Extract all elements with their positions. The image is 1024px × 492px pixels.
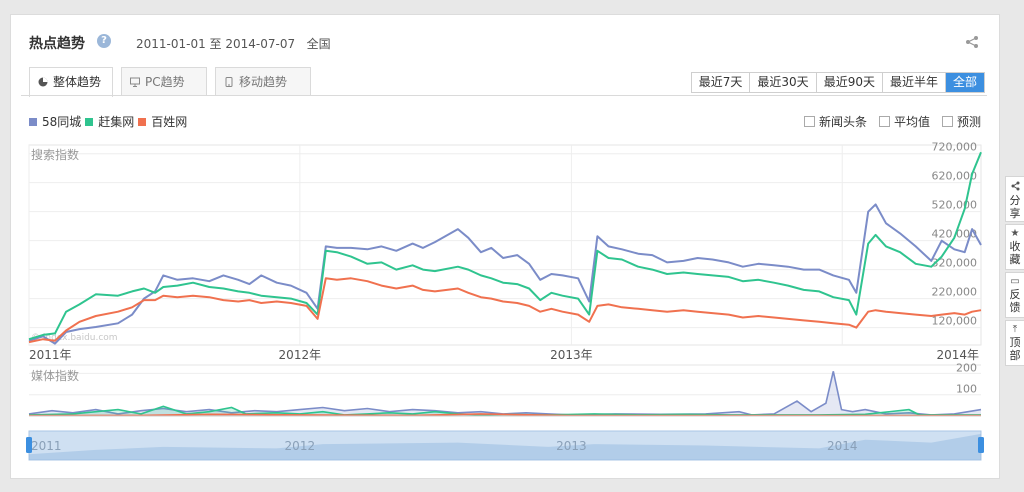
plot-area: [28, 144, 982, 346]
navigator-handle-left[interactable]: [26, 437, 32, 453]
navigator-handle-right[interactable]: [978, 437, 984, 453]
range-navigator: 2011 2012 2013 2014: [26, 430, 984, 461]
chart-title: 媒体指数: [31, 368, 79, 383]
media-index-chart: 100 200 媒体指数: [28, 361, 982, 417]
sidebar-top[interactable]: ⤒ 顶部: [1005, 320, 1024, 366]
sidebar-label: 顶部: [1009, 336, 1021, 362]
chart-title: 搜索指数: [31, 147, 79, 162]
navigator-tick-label: 2011: [31, 439, 62, 453]
sidebar-label: 反馈: [1009, 288, 1021, 314]
right-sidebar: 分享 ★ 收藏 ▭ 反馈 ⤒ 顶部: [1005, 176, 1024, 368]
sidebar-label: 分享: [1009, 194, 1021, 220]
trend-card: 热点趋势 ? 2011-01-01 至 2014-07-07 全国 整体趋势 P…: [10, 14, 1000, 479]
search-index-chart: 120,000220,000320,000420,000520,000620,0…: [28, 141, 982, 362]
sidebar-favorite[interactable]: ★ 收藏: [1005, 224, 1024, 270]
star-icon: ★: [1010, 228, 1020, 239]
comment-icon: ▭: [1010, 276, 1020, 287]
navigator-tick-label: 2014: [827, 439, 858, 453]
x-tick-label: 2011年: [29, 348, 72, 362]
share-icon: [1011, 181, 1019, 191]
y-tick-label: 220,000: [932, 286, 978, 299]
trend-charts: 120,000220,000320,000420,000520,000620,0…: [26, 141, 984, 461]
navigator-tick-label: 2012: [285, 439, 316, 453]
x-tick-label: 2014年: [936, 348, 979, 362]
y-tick-label: 120,000: [932, 315, 978, 328]
navigator-tick-label: 2013: [556, 439, 587, 453]
x-tick-label: 2013年: [550, 348, 593, 362]
y-tick-label: 200: [956, 361, 977, 374]
x-tick-label: 2012年: [279, 348, 322, 362]
sidebar-share[interactable]: 分享: [1005, 176, 1024, 222]
sidebar-label: 收藏: [1009, 240, 1021, 266]
top-icon: ⤒: [1012, 324, 1018, 335]
sidebar-feedback[interactable]: ▭ 反馈: [1005, 272, 1024, 318]
y-tick-label: 720,000: [932, 141, 978, 154]
y-tick-label: 520,000: [932, 199, 978, 212]
y-tick-label: 100: [956, 383, 977, 396]
